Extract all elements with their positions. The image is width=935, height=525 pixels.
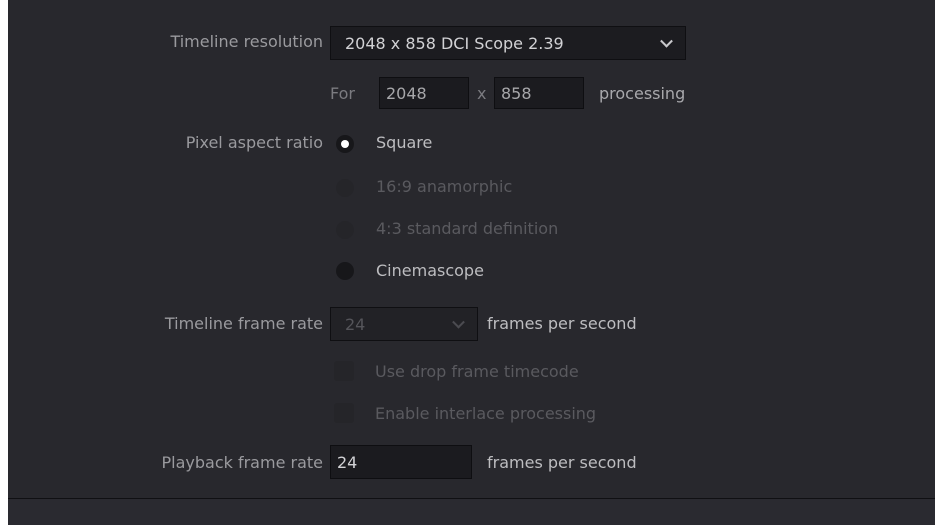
pixel-aspect-ratio-label: Pixel aspect ratio	[185, 133, 323, 152]
chevron-down-icon	[660, 34, 673, 48]
timeline-resolution-dropdown[interactable]: 2048 x 858 DCI Scope 2.39	[330, 26, 686, 60]
timeline-frame-rate-value: 24	[345, 314, 366, 334]
drop-frame-label: Use drop frame timecode	[375, 362, 579, 381]
playback-frame-rate-label: Playback frame rate	[161, 453, 323, 472]
bottom-section	[8, 499, 935, 525]
processing-height-field[interactable]: 858	[494, 77, 584, 109]
processing-height-value: 858	[501, 83, 532, 103]
timeline-frame-rate-label: Timeline frame rate	[164, 314, 323, 333]
processing-suffix: processing	[599, 84, 686, 103]
playback-frame-rate-suffix: frames per second	[487, 453, 637, 472]
chevron-down-icon	[452, 315, 465, 329]
radio-square[interactable]	[336, 135, 354, 153]
timeline-resolution-label: Timeline resolution	[170, 32, 323, 51]
settings-window: Timeline resolution 2048 x 858 DCI Scope…	[8, 0, 935, 525]
timeline-settings-panel: Timeline resolution 2048 x 858 DCI Scope…	[8, 0, 935, 498]
for-label: For	[330, 84, 355, 103]
radio-cinemascope-label: Cinemascope	[376, 261, 484, 280]
radio-square-label: Square	[376, 133, 433, 152]
interlace-label: Enable interlace processing	[375, 404, 597, 423]
radio-4-3-standard-label: 4:3 standard definition	[376, 219, 559, 238]
drop-frame-checkbox[interactable]	[334, 361, 354, 381]
playback-frame-rate-field[interactable]: 24	[330, 445, 472, 479]
processing-width-value: 2048	[386, 83, 427, 103]
processing-width-field[interactable]: 2048	[379, 77, 469, 109]
radio-cinemascope[interactable]	[336, 262, 354, 280]
playback-frame-rate-value: 24	[337, 452, 358, 472]
x-separator: x	[477, 84, 487, 103]
radio-4-3-standard[interactable]	[336, 221, 354, 239]
timeline-resolution-value: 2048 x 858 DCI Scope 2.39	[345, 33, 564, 53]
radio-16-9-anamorphic-label: 16:9 anamorphic	[376, 177, 513, 196]
interlace-checkbox[interactable]	[334, 403, 354, 423]
timeline-frame-rate-dropdown[interactable]: 24	[330, 307, 478, 341]
radio-16-9-anamorphic[interactable]	[336, 179, 354, 197]
timeline-frame-rate-suffix: frames per second	[487, 314, 637, 333]
